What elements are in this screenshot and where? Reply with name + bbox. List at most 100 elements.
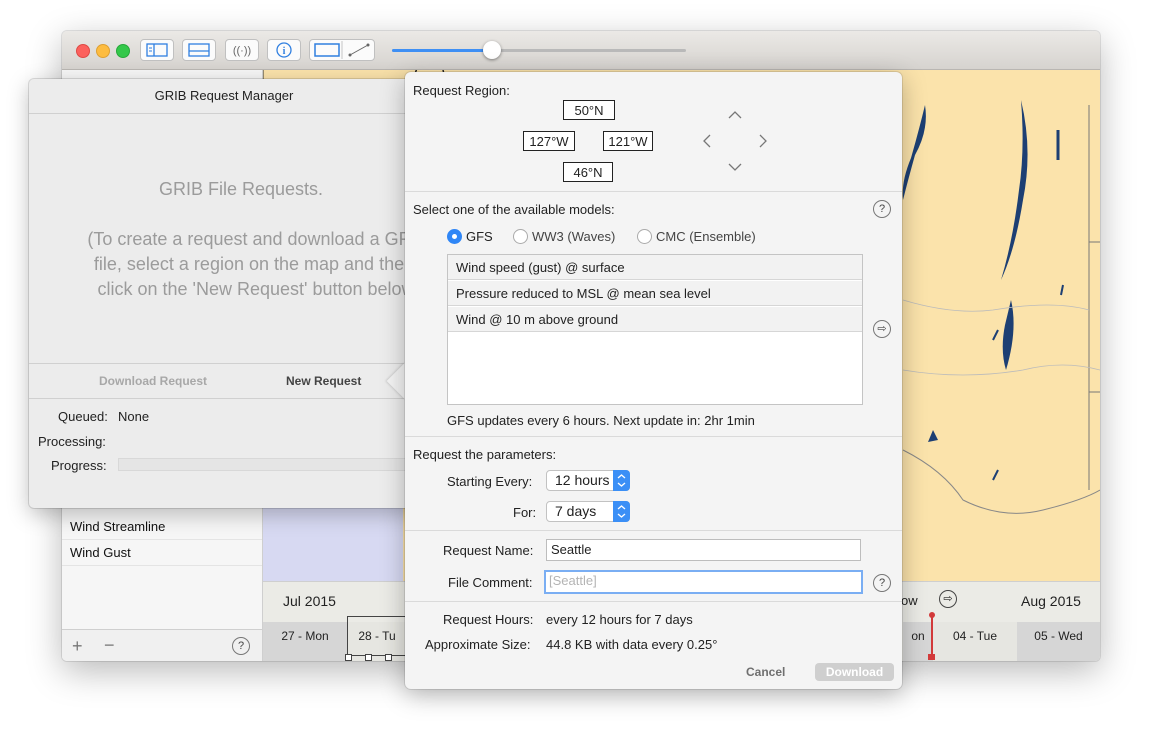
go-to-now-icon[interactable]: ⇨ bbox=[939, 590, 957, 608]
radio-label: CMC (Ensemble) bbox=[656, 229, 756, 244]
starting-every-label: Starting Every: bbox=[447, 474, 533, 489]
chevron-up-icon[interactable] bbox=[725, 105, 745, 125]
radio-gfs-control[interactable] bbox=[447, 229, 462, 244]
file-comment-help-button[interactable]: ? bbox=[873, 574, 891, 592]
select-arrows-icon bbox=[613, 501, 630, 522]
list-item[interactable]: Pressure reduced to MSL @ mean sea level bbox=[448, 281, 862, 306]
toggle-bottom-panel-button[interactable] bbox=[182, 39, 216, 61]
sidebar-item-wind-streamline[interactable]: Wind Streamline bbox=[62, 514, 262, 540]
sidebar-item-wind-gust[interactable]: Wind Gust bbox=[62, 540, 262, 566]
params-label: Request the parameters: bbox=[413, 447, 557, 462]
toggle-sidebar-button[interactable] bbox=[140, 39, 174, 61]
timeline-day-label: 05 - Wed bbox=[1034, 629, 1083, 643]
models-help-button[interactable]: ? bbox=[873, 200, 891, 218]
divider bbox=[405, 601, 902, 602]
sidebar-icon bbox=[146, 43, 168, 57]
approx-size-value: 44.8 KB with data every 0.25° bbox=[546, 637, 718, 652]
request-name-field[interactable]: Seattle bbox=[546, 539, 861, 561]
bottom-panel-icon bbox=[188, 43, 210, 57]
current-time-marker-top bbox=[929, 612, 935, 618]
remove-button[interactable]: − bbox=[104, 635, 115, 656]
approx-size-label: Approximate Size: bbox=[425, 637, 531, 652]
request-name-label: Request Name: bbox=[443, 543, 534, 558]
region-label: Request Region: bbox=[413, 83, 510, 98]
north-latitude-field[interactable]: 50°N bbox=[563, 100, 615, 120]
timeline-now-label: ow bbox=[901, 593, 918, 608]
radio-cmc-control[interactable] bbox=[637, 229, 652, 244]
timeline-day-label: 27 - Mon bbox=[281, 629, 329, 643]
grib-request-manager: GRIB Request Manager GRIB File Requests.… bbox=[29, 79, 419, 508]
zoom-slider[interactable] bbox=[392, 41, 686, 59]
timeline-day-label: on bbox=[911, 629, 925, 643]
selection-tools[interactable] bbox=[309, 39, 375, 61]
current-time-marker-bottom bbox=[928, 654, 935, 660]
info-icon: i bbox=[276, 42, 292, 58]
select-arrows-icon bbox=[613, 470, 630, 491]
cancel-button[interactable]: Cancel bbox=[746, 665, 785, 679]
chevron-down-icon[interactable] bbox=[725, 157, 745, 177]
chevron-right-icon[interactable] bbox=[753, 131, 773, 151]
models-label: Select one of the available models: bbox=[413, 202, 615, 217]
radio-label: GFS bbox=[466, 229, 493, 244]
list-item[interactable]: Wind @ 10 m above ground bbox=[448, 307, 862, 332]
timeline-day[interactable]: 05 - Wed bbox=[1017, 622, 1100, 661]
west-longitude-field[interactable]: 127°W bbox=[523, 131, 575, 151]
chevron-left-icon[interactable] bbox=[697, 131, 717, 151]
grib-request-button[interactable]: ((·)) bbox=[225, 39, 259, 61]
sidebar-help-button[interactable]: ? bbox=[232, 637, 250, 655]
empty-hint-line: (To create a request and download a GRIB bbox=[87, 229, 419, 249]
empty-hint-line: click on the 'New Request' button below. bbox=[97, 279, 419, 299]
add-button[interactable]: + bbox=[72, 636, 83, 657]
timeline-selection-range[interactable] bbox=[347, 616, 407, 656]
starting-every-value: 12 hours bbox=[555, 472, 610, 488]
parameter-detail-icon[interactable]: ⇨ bbox=[873, 320, 891, 338]
download-request-button[interactable]: Download Request bbox=[99, 374, 207, 388]
file-comment-field[interactable]: [Seattle] bbox=[544, 570, 863, 594]
queued-value: None bbox=[118, 409, 150, 424]
close-window-button[interactable] bbox=[76, 44, 90, 58]
parameter-list: Wind speed (gust) @ surface Pressure red… bbox=[447, 254, 863, 405]
region-select-icon bbox=[314, 41, 370, 59]
south-latitude-field[interactable]: 46°N bbox=[563, 162, 613, 182]
zoom-slider-fill bbox=[392, 49, 492, 52]
starting-every-select[interactable]: 12 hours bbox=[546, 470, 630, 491]
sidebar-item-label: Wind Gust bbox=[70, 545, 131, 560]
broadcast-icon: ((·)) bbox=[233, 45, 251, 57]
sidebar-item-label: Wind Streamline bbox=[70, 519, 166, 534]
empty-title: GRIB File Requests. bbox=[158, 179, 324, 199]
divider bbox=[29, 363, 419, 364]
minimize-window-button[interactable] bbox=[96, 44, 110, 58]
processing-label: Processing: bbox=[38, 434, 106, 449]
request-popover: Request Region: 50°N 127°W 121°W 46°N Se… bbox=[405, 72, 902, 689]
request-hours-value: every 12 hours for 7 days bbox=[546, 612, 693, 627]
selection-handle[interactable] bbox=[365, 654, 372, 661]
svg-text:((·)): ((·)) bbox=[233, 45, 251, 57]
selection-handle[interactable] bbox=[345, 654, 352, 661]
toolbar: ((·)) i bbox=[62, 31, 1100, 70]
radio-ww3-control[interactable] bbox=[513, 229, 528, 244]
timeline-day-label: 04 - Tue bbox=[952, 629, 998, 643]
timeline-day[interactable]: 27 - Mon bbox=[263, 622, 347, 661]
empty-hint-line: file, select a region on the map and the… bbox=[93, 254, 415, 274]
current-time-marker[interactable] bbox=[931, 615, 933, 657]
selection-handle[interactable] bbox=[385, 654, 392, 661]
panel-title: GRIB Request Manager bbox=[29, 79, 419, 114]
list-item[interactable]: Wind speed (gust) @ surface bbox=[448, 255, 862, 280]
file-comment-label: File Comment: bbox=[448, 575, 533, 590]
info-button[interactable]: i bbox=[267, 39, 301, 61]
new-request-button[interactable]: New Request bbox=[286, 374, 361, 388]
east-longitude-field[interactable]: 121°W bbox=[603, 131, 653, 151]
divider bbox=[405, 191, 902, 192]
sidebar-footer: + − ? bbox=[62, 629, 262, 661]
zoom-window-button[interactable] bbox=[116, 44, 130, 58]
progress-bar bbox=[118, 458, 408, 471]
duration-value: 7 days bbox=[555, 503, 597, 519]
timeline-day[interactable]: 04 - Tue bbox=[933, 622, 1017, 661]
progress-label: Progress: bbox=[51, 458, 107, 473]
zoom-slider-knob[interactable] bbox=[482, 41, 501, 59]
divider bbox=[405, 530, 902, 531]
radio-label: WW3 (Waves) bbox=[532, 229, 616, 244]
divider bbox=[29, 398, 419, 399]
download-button[interactable]: Download bbox=[815, 663, 894, 681]
duration-select[interactable]: 7 days bbox=[546, 501, 630, 522]
